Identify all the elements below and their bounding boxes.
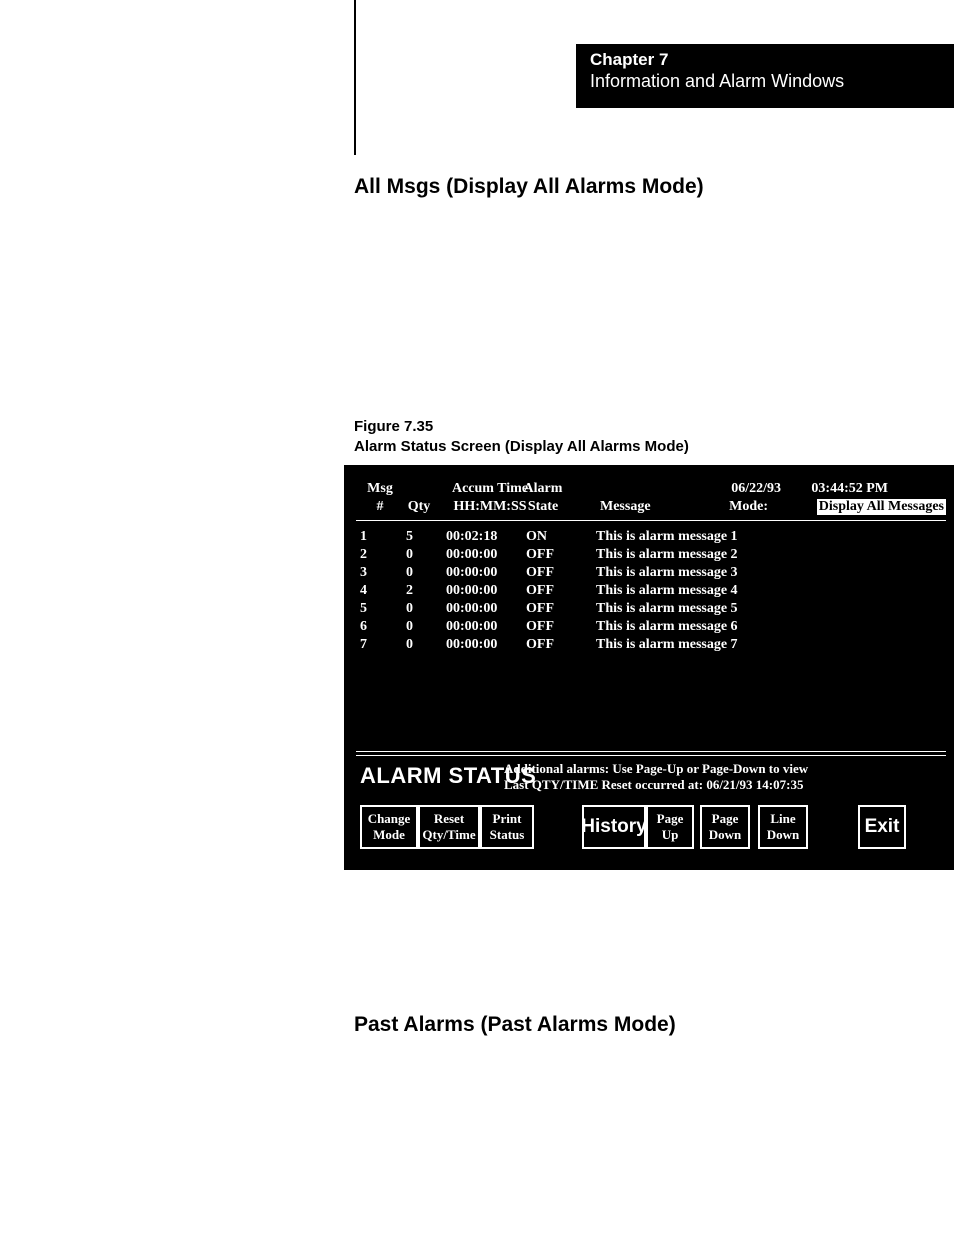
status-message-2: Last QTY/TIME Reset occurred at: 06/21/9… (504, 777, 803, 793)
mode-value: Display All Messages (817, 499, 946, 515)
mode-label: Mode: (729, 499, 768, 515)
table-row: 6 0 00:00:00 OFF This is alarm message 6 (360, 619, 946, 637)
table-row: 7 0 00:00:00 OFF This is alarm message 7 (360, 637, 946, 655)
header-date: 06/22/93 (731, 481, 781, 497)
header-time: 03:44:52 PM (811, 481, 888, 497)
table-row: 4 2 00:00:00 OFF This is alarm message 4 (360, 583, 946, 601)
figure-caption: Figure 7.35 Alarm Status Screen (Display… (354, 417, 689, 456)
section-title-all-msgs: All Msgs (Display All Alarms Mode) (354, 175, 704, 199)
table-row: 1 5 00:02:18 ON This is alarm message 1 (360, 529, 946, 547)
alarm-table-body: 1 5 00:02:18 ON This is alarm message 1 … (360, 529, 946, 655)
divider-line (356, 755, 946, 756)
page-down-button[interactable]: Page Down (700, 805, 750, 849)
print-status-button[interactable]: Print Status (480, 805, 534, 849)
alarm-status-terminal: Msg Accum Time Alarm 06/22/93 03:44:52 P… (344, 465, 954, 870)
history-button[interactable]: History (582, 805, 646, 849)
col-msg-l2: # (360, 499, 400, 515)
section-title-past-alarms: Past Alarms (Past Alarms Mode) (354, 1013, 676, 1037)
chapter-header: Chapter 7 Information and Alarm Windows (576, 44, 954, 108)
status-bar: ALARM STATUS Additional alarms: Use Page… (360, 761, 946, 799)
status-message-1: Additional alarms: Use Page-Up or Page-D… (504, 761, 808, 777)
col-msg-l1: Msg (360, 481, 400, 497)
col-state-l2: State (518, 499, 568, 515)
table-row: 5 0 00:00:00 OFF This is alarm message 5 (360, 601, 946, 619)
divider-line (356, 520, 946, 521)
col-message: Message (600, 499, 651, 515)
col-qty: Qty (404, 499, 434, 515)
table-row: 3 0 00:00:00 OFF This is alarm message 3 (360, 565, 946, 583)
reset-qty-time-button[interactable]: Reset Qty/Time (418, 805, 480, 849)
vertical-rule (354, 0, 356, 155)
page-up-button[interactable]: Page Up (646, 805, 694, 849)
divider-line (356, 751, 946, 752)
line-down-button[interactable]: Line Down (758, 805, 808, 849)
chapter-number: Chapter 7 (590, 50, 944, 70)
figure-description: Alarm Status Screen (Display All Alarms … (354, 437, 689, 457)
change-mode-button[interactable]: Change Mode (360, 805, 418, 849)
figure-number: Figure 7.35 (354, 417, 689, 437)
exit-button[interactable]: Exit (858, 805, 906, 849)
chapter-subtitle: Information and Alarm Windows (590, 70, 944, 93)
button-bar: Change Mode Reset Qty/Time Print Status … (360, 805, 946, 855)
table-row: 2 0 00:00:00 OFF This is alarm message 2 (360, 547, 946, 565)
col-state-l1: Alarm (518, 481, 568, 497)
